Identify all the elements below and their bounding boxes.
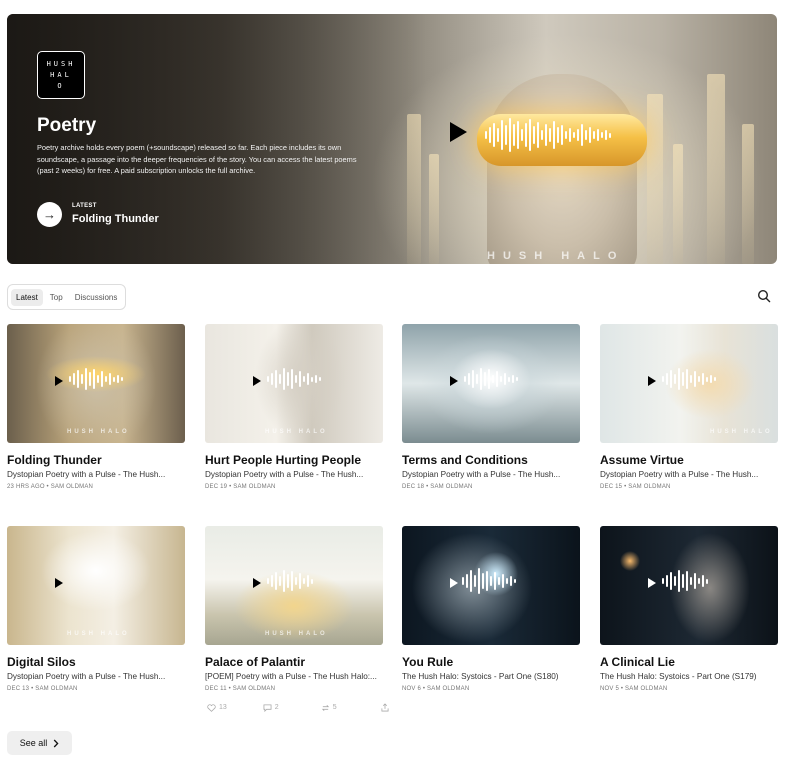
- like-count: 13: [219, 704, 227, 711]
- latest-label: LATEST: [72, 203, 97, 209]
- post-card[interactable]: HUSH HALO Hurt People Hurting People Dys…: [205, 324, 383, 490]
- publication-logo[interactable]: HUSH HAL O: [37, 51, 85, 99]
- post-subtitle: Dystopian Poetry with a Pulse - The Hush…: [600, 470, 759, 479]
- waveform-icon: [267, 570, 313, 592]
- see-all-label: See all: [19, 738, 48, 748]
- comment-icon: [263, 703, 272, 712]
- post-meta: DEC 11 • SAM OLDMAN: [205, 686, 276, 692]
- post-watermark: HUSH HALO: [265, 429, 328, 435]
- post-thumbnail[interactable]: HUSH HALO: [205, 526, 383, 645]
- play-icon[interactable]: [55, 578, 63, 588]
- hero-bg-tower: [742, 124, 754, 264]
- play-icon[interactable]: [450, 122, 467, 142]
- play-icon[interactable]: [450, 578, 458, 588]
- restack-count: 5: [332, 704, 337, 711]
- hero-banner[interactable]: HUSH HAL O Poetry Poetry archive holds e…: [7, 14, 777, 264]
- play-icon[interactable]: [253, 578, 261, 588]
- post-title[interactable]: Digital Silos: [7, 655, 185, 669]
- post-watermark: HUSH HALO: [265, 631, 328, 637]
- search-icon[interactable]: [757, 289, 771, 303]
- play-icon[interactable]: [648, 578, 656, 588]
- post-thumbnail[interactable]: HUSH HALO: [600, 324, 778, 443]
- hero-description: Poetry archive holds every poem (+sounds…: [37, 143, 357, 175]
- tab-latest[interactable]: Latest: [11, 288, 43, 306]
- post-subtitle: Dystopian Poetry with a Pulse - The Hush…: [402, 470, 561, 479]
- post-meta: NOV 6 • SAM OLDMAN: [402, 686, 470, 692]
- post-thumbnail[interactable]: [402, 324, 580, 443]
- hero-bg-tower: [429, 154, 439, 264]
- chevron-right-icon: [53, 739, 59, 747]
- tab-bar: Latest Top Discussions: [7, 284, 127, 310]
- post-engagement: 13 2 5: [205, 703, 389, 712]
- post-title[interactable]: Terms and Conditions: [402, 453, 580, 467]
- post-title[interactable]: A Clinical Lie: [600, 655, 778, 669]
- post-card[interactable]: HUSH HALO Digital Silos Dystopian Poetry…: [7, 526, 185, 692]
- post-meta: 23 HRS AGO • SAM OLDMAN: [7, 484, 94, 490]
- hero-watermark: HUSH HALO: [487, 250, 625, 262]
- tab-top[interactable]: Top: [45, 289, 68, 306]
- post-subtitle: The Hush Halo: Systoics - Part One (S179…: [600, 672, 757, 681]
- post-card[interactable]: HUSH HALO Palace of Palantir [POEM] Poet…: [205, 526, 383, 692]
- post-meta: NOV 5 • SAM OLDMAN: [600, 686, 668, 692]
- waveform-icon: [464, 368, 518, 390]
- post-subtitle: Dystopian Poetry with a Pulse - The Hush…: [7, 470, 166, 479]
- post-thumbnail[interactable]: [600, 526, 778, 645]
- post-title[interactable]: You Rule: [402, 655, 580, 669]
- post-subtitle: Dystopian Poetry with a Pulse - The Hush…: [7, 672, 166, 681]
- post-thumbnail[interactable]: HUSH HALO: [7, 324, 185, 443]
- post-meta: DEC 15 • SAM OLDMAN: [600, 484, 671, 490]
- post-meta: DEC 19 • SAM OLDMAN: [205, 484, 276, 490]
- restack-button[interactable]: 5: [321, 703, 337, 712]
- heart-icon: [207, 703, 216, 712]
- post-card[interactable]: A Clinical Lie The Hush Halo: Systoics -…: [600, 526, 778, 692]
- waveform-icon: [662, 368, 716, 390]
- play-icon[interactable]: [648, 376, 656, 386]
- post-watermark: HUSH HALO: [710, 429, 773, 435]
- share-icon: [381, 703, 389, 712]
- post-subtitle: Dystopian Poetry with a Pulse - The Hush…: [205, 470, 364, 479]
- play-icon[interactable]: [253, 376, 261, 386]
- hero-figure-head: [487, 74, 637, 264]
- post-title[interactable]: Palace of Palantir: [205, 655, 383, 669]
- restack-icon: [321, 704, 329, 711]
- waveform-icon: [267, 368, 321, 390]
- hero-bg-tower: [673, 144, 683, 264]
- post-title[interactable]: Folding Thunder: [7, 453, 185, 467]
- arrow-right-icon[interactable]: →: [37, 202, 62, 227]
- post-title[interactable]: Hurt People Hurting People: [205, 453, 383, 467]
- post-card[interactable]: Terms and Conditions Dystopian Poetry wi…: [402, 324, 580, 490]
- waveform-icon: [462, 568, 516, 594]
- hero-bg-tower: [647, 94, 663, 264]
- post-meta: DEC 13 • SAM OLDMAN: [7, 686, 78, 692]
- see-all-button[interactable]: See all: [7, 731, 72, 755]
- post-meta: DEC 18 • SAM OLDMAN: [402, 484, 473, 490]
- hero-title: Poetry: [37, 115, 97, 136]
- post-card[interactable]: HUSH HALO Assume Virtue Dystopian Poetry…: [600, 324, 778, 490]
- comment-button[interactable]: 2: [263, 703, 279, 712]
- post-watermark: HUSH HALO: [67, 429, 130, 435]
- post-watermark: HUSH HALO: [67, 631, 130, 637]
- hero-bg-tower: [707, 74, 725, 264]
- post-subtitle: [POEM] Poetry with a Pulse - The Hush Ha…: [205, 672, 377, 681]
- tab-discussions[interactable]: Discussions: [70, 289, 123, 306]
- post-thumbnail[interactable]: HUSH HALO: [205, 324, 383, 443]
- play-icon[interactable]: [450, 376, 458, 386]
- latest-post-link[interactable]: Folding Thunder: [72, 213, 159, 225]
- like-button[interactable]: 13: [207, 703, 227, 712]
- waveform-icon: [485, 118, 611, 152]
- post-card[interactable]: You Rule The Hush Halo: Systoics - Part …: [402, 526, 580, 692]
- post-thumbnail[interactable]: [402, 526, 580, 645]
- comment-count: 2: [274, 704, 279, 711]
- play-icon[interactable]: [55, 376, 63, 386]
- post-subtitle: The Hush Halo: Systoics - Part One (S180…: [402, 672, 559, 681]
- post-card[interactable]: HUSH HALO Folding Thunder Dystopian Poet…: [7, 324, 185, 490]
- share-button[interactable]: [381, 703, 389, 712]
- post-title[interactable]: Assume Virtue: [600, 453, 778, 467]
- post-thumbnail[interactable]: HUSH HALO: [7, 526, 185, 645]
- waveform-icon: [662, 570, 708, 592]
- waveform-icon: [69, 368, 123, 390]
